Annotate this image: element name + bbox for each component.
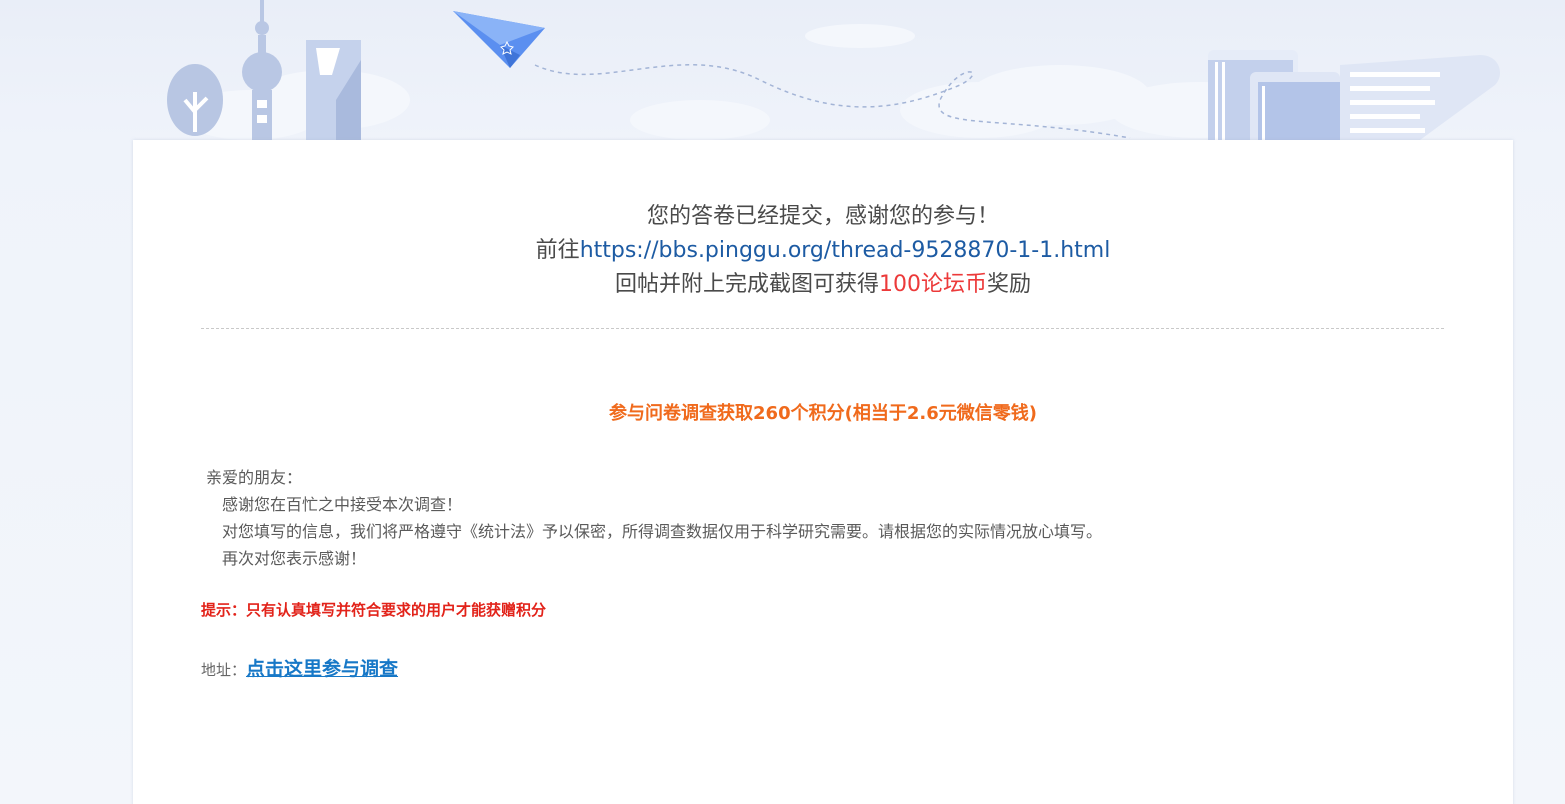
building-icon [306, 40, 361, 140]
reward-prefix: 回帖并附上完成截图可获得 [614, 272, 879, 297]
confirmation-text: 您的答卷已经提交，感谢您的参与！ [646, 204, 999, 229]
tree-icon [167, 64, 223, 136]
survey-address: 地址：点击这里参与调查 [201, 654, 398, 685]
reward-suffix: 奖励 [987, 272, 1032, 297]
dashed-divider [201, 328, 1444, 329]
tip-text: 提示：只有认真填写并符合要求的用户才能获赠积分 [201, 601, 547, 619]
forum-link-line: 前往https://bbs.pinggu.org/thread-9528870-… [133, 234, 1513, 268]
letter-paragraph-1: 感谢您在百忙之中接受本次调查！ [222, 495, 463, 514]
reward-amount: 100论坛币 [879, 272, 987, 297]
content-card: 您的答卷已经提交，感谢您的参与！ 前往https://bbs.pinggu.or… [133, 140, 1513, 804]
letter-paragraph-2: 对您填写的信息，我们将严格遵守《统计法》予以保密，所得调查数据仅用于科学研究需要… [222, 522, 1103, 541]
hero-illustration [167, 0, 1500, 145]
survey-link[interactable]: 点击这里参与调查 [246, 658, 398, 680]
paper-plane-icon [453, 11, 545, 68]
reward-line: 回帖并附上完成截图可获得100论坛币奖励 [133, 268, 1513, 302]
submit-confirmation: 您的答卷已经提交，感谢您的参与！ [133, 200, 1513, 234]
books-icon [1208, 50, 1343, 145]
goto-label: 前往 [535, 238, 580, 263]
letter-paragraph-3: 再次对您表示感谢！ [222, 549, 367, 568]
forum-thread-link[interactable]: https://bbs.pinggu.org/thread-9528870-1-… [580, 238, 1111, 263]
address-label: 地址： [201, 661, 247, 679]
page: 您的答卷已经提交，感谢您的参与！ 前往https://bbs.pinggu.or… [0, 0, 1565, 804]
promo-title: 参与问卷调查获取260个积分(相当于2.6元微信零钱) [609, 403, 1037, 424]
letter-greeting: 亲爱的朋友： [206, 468, 303, 487]
survey-letter: 亲爱的朋友： 感谢您在百忙之中接受本次调查！ 对您填写的信息，我们将严格遵守《统… [206, 464, 1102, 572]
document-icon [1340, 55, 1500, 140]
